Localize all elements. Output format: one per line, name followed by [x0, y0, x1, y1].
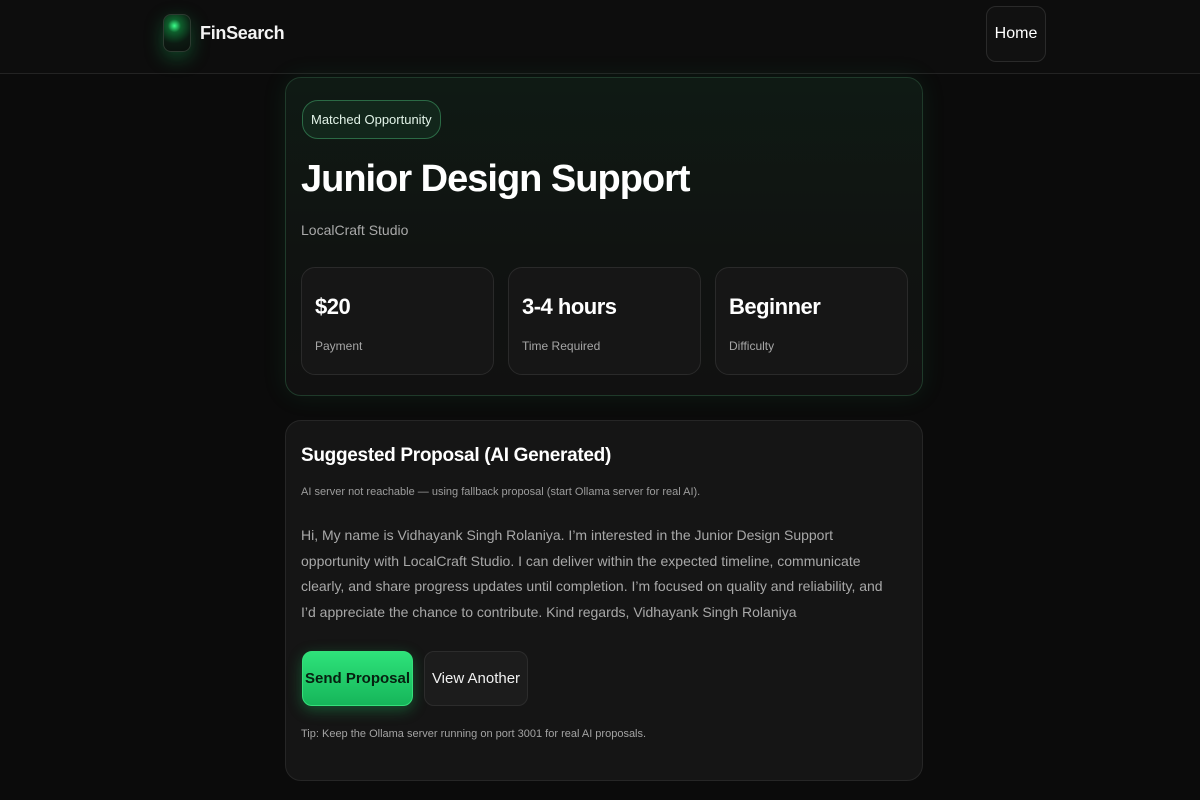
job-card: Matched Opportunity Junior Design Suppor… [285, 77, 923, 396]
company-name: LocalCraft Studio [301, 222, 409, 238]
home-button[interactable]: Home [986, 6, 1046, 62]
stat-label: Payment [315, 339, 363, 353]
top-navbar: FinSearch Home [0, 0, 1200, 74]
stat-difficulty: Beginner Difficulty [715, 267, 908, 375]
stat-value: 3-4 hours [522, 294, 617, 319]
stat-time-required: 3-4 hours Time Required [508, 267, 701, 375]
brand[interactable]: FinSearch [163, 14, 285, 52]
job-title: Junior Design Support [301, 158, 691, 200]
proposal-card: Suggested Proposal (AI Generated) AI ser… [285, 420, 923, 781]
ai-status-message: AI server not reachable — using fallback… [301, 486, 701, 498]
stat-label: Time Required [522, 339, 601, 353]
stat-label: Difficulty [729, 339, 775, 353]
stat-value: Beginner [729, 294, 821, 319]
send-proposal-button[interactable]: Send Proposal [302, 651, 413, 706]
finsearch-logo-icon [163, 14, 191, 52]
view-another-button[interactable]: View Another [424, 651, 528, 706]
stat-value: $20 [315, 294, 351, 319]
tip-text: Tip: Keep the Ollama server running on p… [301, 728, 647, 740]
stat-payment: $20 Payment [301, 267, 494, 375]
proposal-title: Suggested Proposal (AI Generated) [301, 445, 611, 466]
matched-badge: Matched Opportunity [302, 100, 441, 139]
brand-name: FinSearch [200, 22, 285, 43]
proposal-text: Hi, My name is Vidhayank Singh Rolaniya.… [301, 527, 883, 620]
